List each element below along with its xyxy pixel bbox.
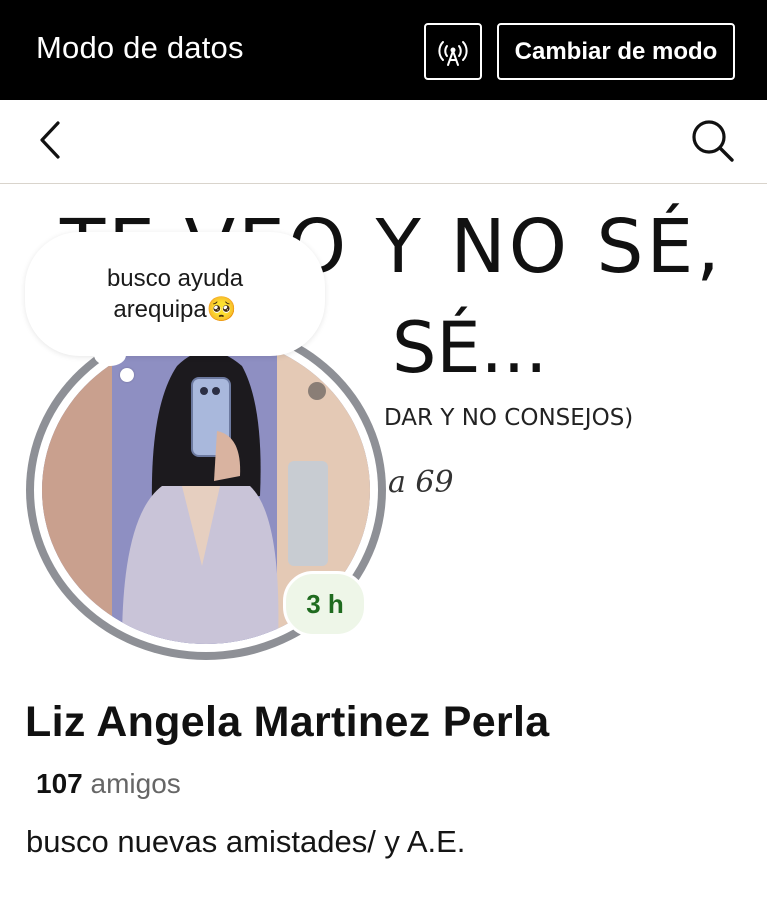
data-signal-button[interactable]	[424, 23, 482, 80]
note-bubble[interactable]: busco ayuda arequipa🥺	[25, 232, 325, 356]
friends-label: amigos	[90, 768, 181, 799]
switch-mode-button[interactable]: Cambiar de modo	[497, 23, 735, 80]
cover-text-line4: a 69	[388, 465, 454, 500]
cover-text-line3: DAR Y NO CONSEJOS)	[384, 405, 633, 431]
profile-navbar	[0, 100, 767, 184]
cover-text-line2: SÉ...	[392, 307, 547, 389]
chevron-left-icon[interactable]	[30, 118, 70, 162]
search-icon[interactable]	[688, 116, 736, 164]
note-line1: busco ayuda	[106, 265, 244, 292]
note-bubble-tail-dot	[120, 368, 134, 382]
friends-count[interactable]: 107 amigos	[36, 768, 181, 800]
profile-bio: busco nuevas amistades/ y A.E.	[26, 824, 466, 859]
note-bubble-tail	[94, 344, 126, 366]
broadcast-antenna-icon	[438, 40, 468, 66]
data-mode-title: Modo de datos	[36, 30, 244, 65]
friends-number: 107	[36, 768, 83, 799]
note-line2: arequipa🥺	[113, 296, 237, 323]
data-mode-bar: Modo de datos Cambiar de modo	[0, 0, 767, 100]
profile-name: Liz Angela Martinez Perla	[25, 698, 550, 746]
active-time-badge: 3 h	[283, 571, 367, 637]
